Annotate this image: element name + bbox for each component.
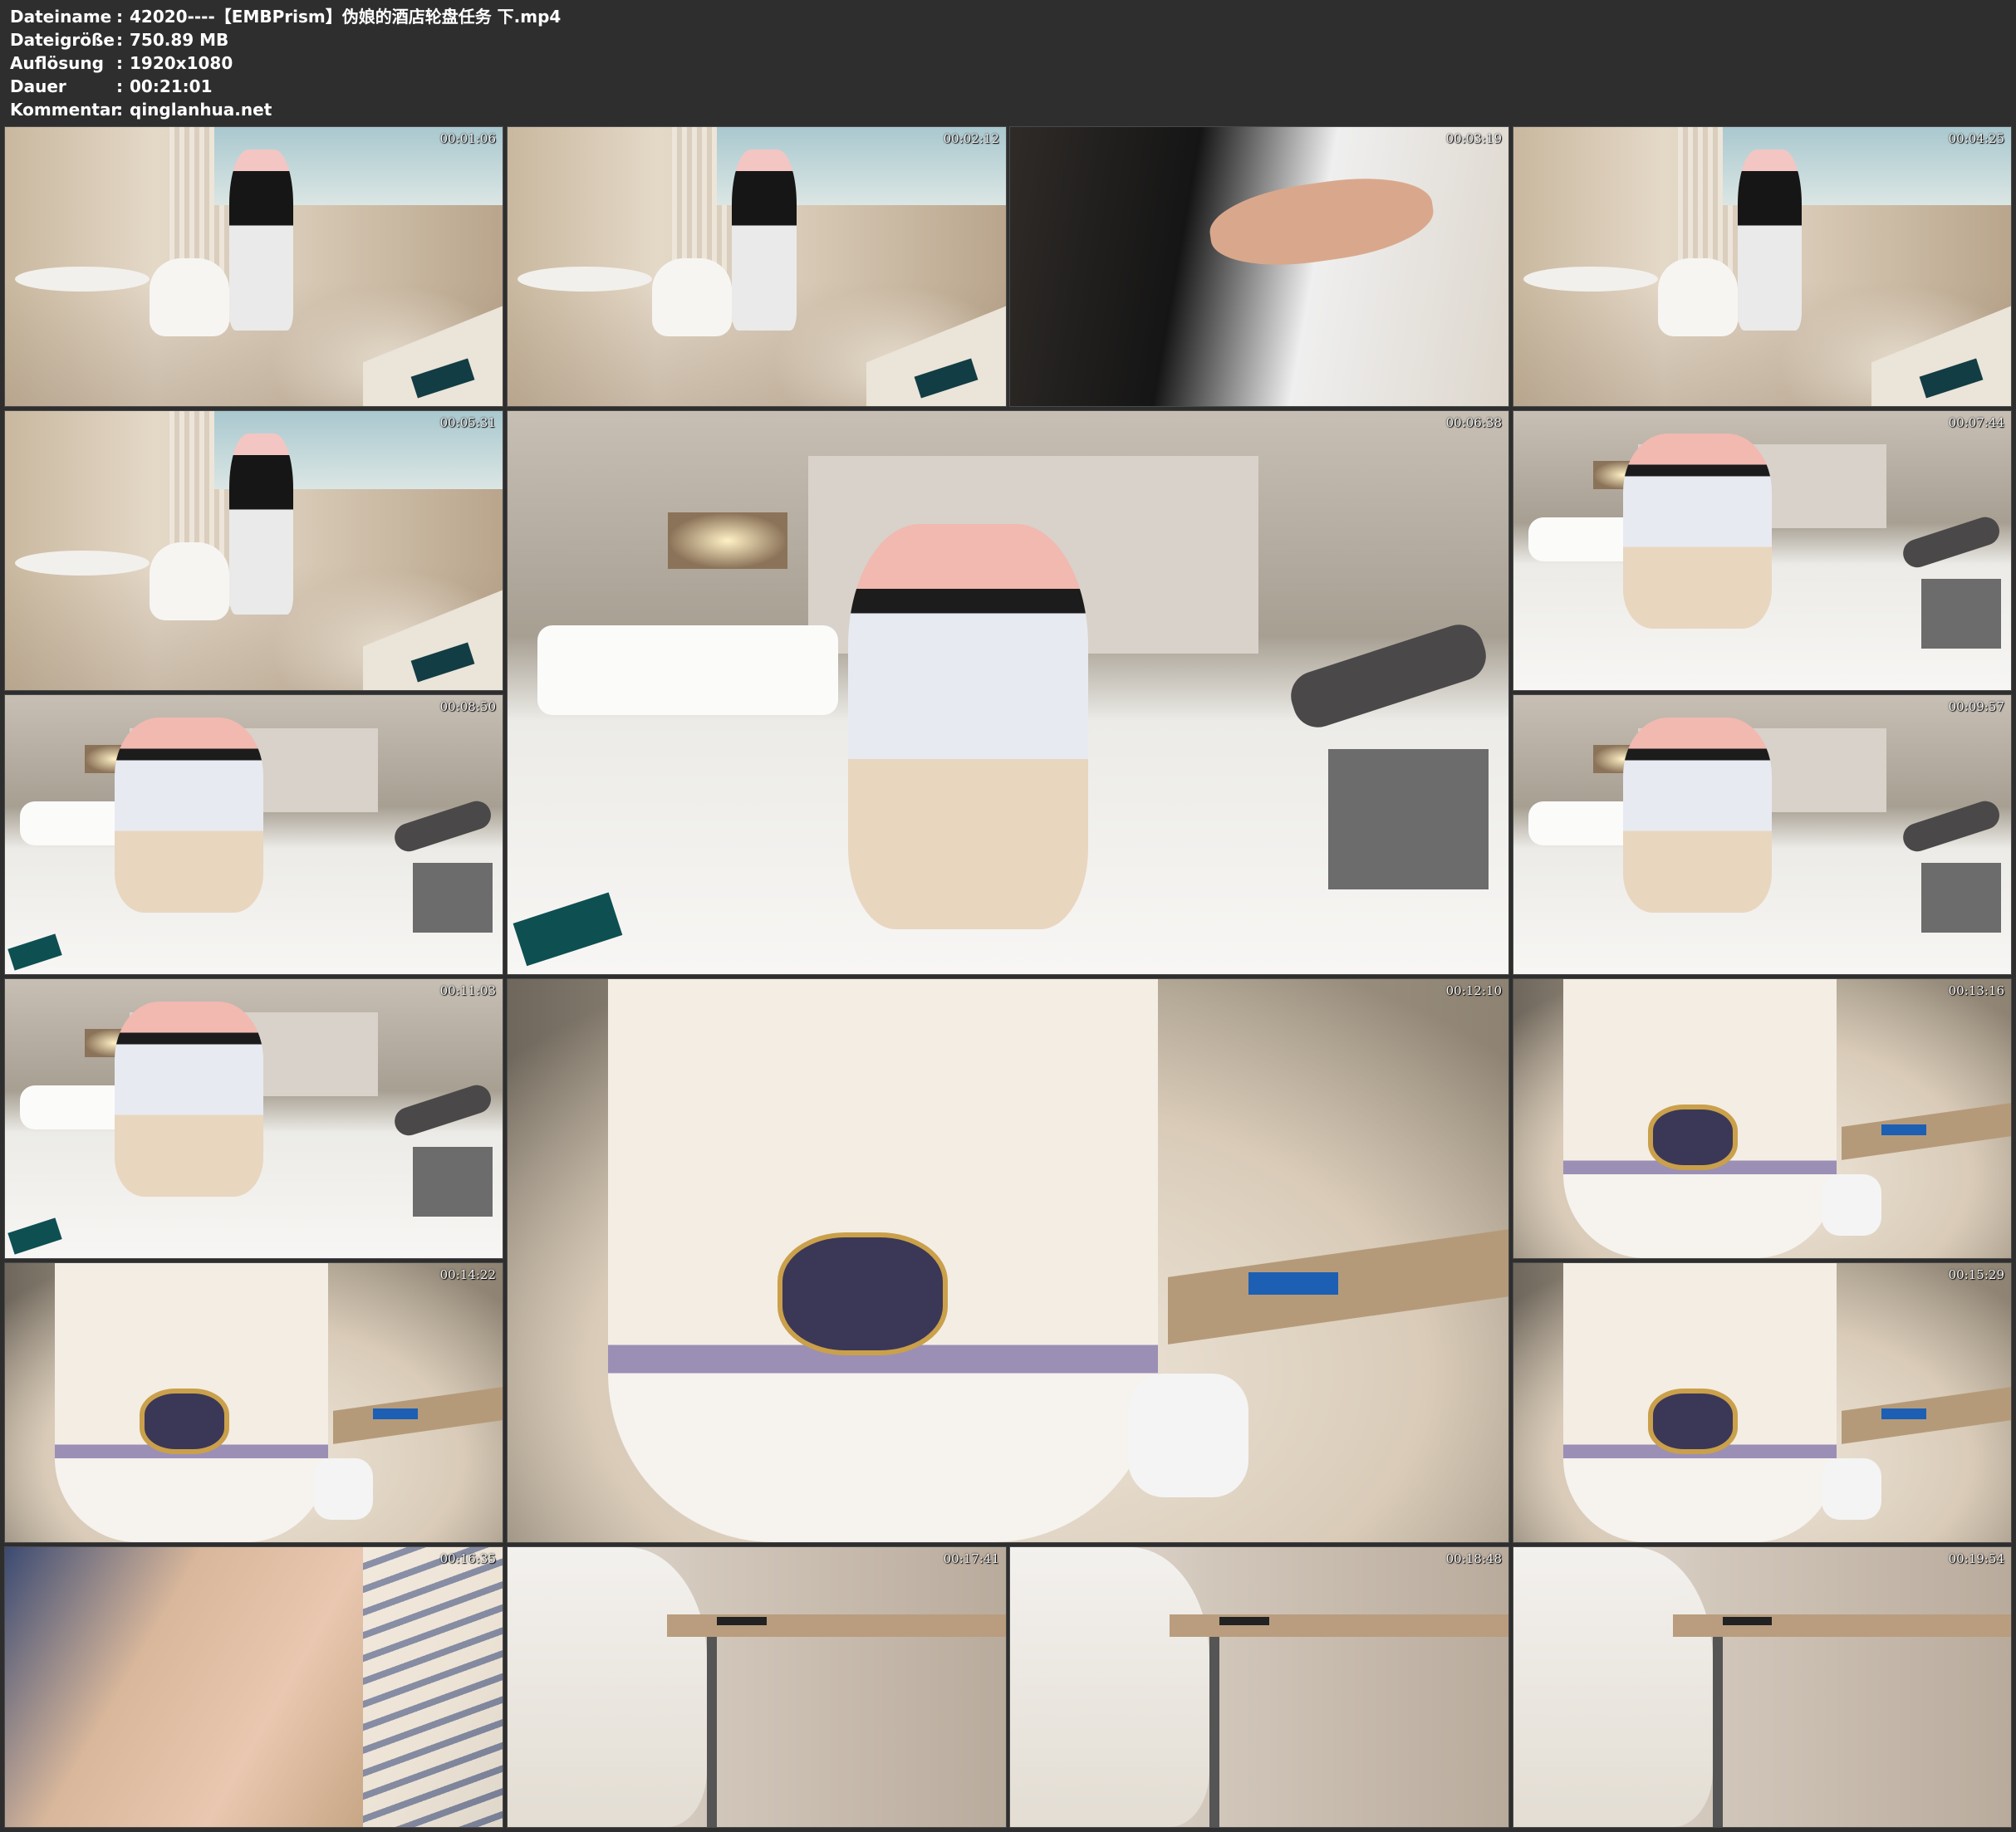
thumbnail-frame-image: [1513, 127, 2011, 406]
video-thumbnail[interactable]: 00:19:54: [1513, 1547, 2011, 1827]
thumbnail-timestamp: 00:12:10: [1445, 983, 1502, 998]
thumbnail-frame-image: [5, 411, 503, 690]
thumbnail-frame-image: [508, 127, 1006, 406]
thumbnail-timestamp: 00:08:50: [439, 699, 496, 714]
thumbnail-timestamp: 00:16:35: [439, 1551, 496, 1566]
thumbnail-frame-image: [508, 1547, 1006, 1827]
thumbnail-timestamp: 00:03:19: [1445, 131, 1502, 146]
thumbnail-timestamp: 00:04:25: [1948, 131, 2004, 146]
video-thumbnail[interactable]: 00:02:12: [508, 127, 1006, 406]
video-thumbnail[interactable]: 00:15:29: [1513, 1263, 2011, 1542]
video-thumbnail[interactable]: 00:09:57: [1513, 695, 2011, 974]
thumbnail-frame-image: [1010, 127, 1508, 406]
thumbnail-timestamp: 00:13:16: [1948, 983, 2004, 998]
thumbnail-frame-image: [508, 411, 1508, 974]
thumbnail-frame-image: [5, 1263, 503, 1542]
video-thumbnail[interactable]: 00:08:50: [5, 695, 503, 974]
thumbnail-timestamp: 00:06:38: [1445, 415, 1502, 430]
thumbnail-timestamp: 00:17:41: [943, 1551, 999, 1566]
thumbnail-grid: 00:01:06 00:02:12 00:03:19 00:04:25 00:0…: [0, 0, 2016, 1832]
video-thumbnail[interactable]: 00:16:35: [5, 1547, 503, 1827]
video-thumbnail[interactable]: 00:04:25: [1513, 127, 2011, 406]
video-thumbnail-large[interactable]: 00:12:10: [508, 979, 1508, 1542]
video-thumbnail[interactable]: 00:01:06: [5, 127, 503, 406]
video-thumbnail[interactable]: 00:14:22: [5, 1263, 503, 1542]
thumbnail-frame-image: [5, 1547, 503, 1827]
thumbnail-timestamp: 00:02:12: [943, 131, 999, 146]
thumbnail-frame-image: [5, 979, 503, 1258]
thumbnail-frame-image: [1010, 1547, 1508, 1827]
thumbnail-timestamp: 00:19:54: [1948, 1551, 2004, 1566]
video-thumbnail[interactable]: 00:07:44: [1513, 411, 2011, 690]
thumbnail-frame-image: [1513, 979, 2011, 1258]
thumbnail-timestamp: 00:09:57: [1948, 699, 2004, 714]
thumbnail-timestamp: 00:05:31: [439, 415, 496, 430]
thumbnail-frame-image: [5, 695, 503, 974]
thumbnail-frame-image: [1513, 1547, 2011, 1827]
video-thumbnail-large[interactable]: 00:06:38: [508, 411, 1508, 974]
thumbnail-timestamp: 00:15:29: [1948, 1267, 2004, 1282]
video-thumbnail[interactable]: 00:18:48: [1010, 1547, 1508, 1827]
video-thumbnail[interactable]: 00:03:19: [1010, 127, 1508, 406]
thumbnail-timestamp: 00:18:48: [1445, 1551, 1502, 1566]
video-thumbnail[interactable]: 00:17:41: [508, 1547, 1006, 1827]
video-thumbnail[interactable]: 00:13:16: [1513, 979, 2011, 1258]
thumbnail-timestamp: 00:14:22: [439, 1267, 496, 1282]
thumbnail-timestamp: 00:07:44: [1948, 415, 2004, 430]
thumbnail-frame-image: [508, 979, 1508, 1542]
thumbnail-frame-image: [1513, 1263, 2011, 1542]
thumbnail-timestamp: 00:11:03: [439, 983, 496, 998]
video-thumbnail[interactable]: 00:11:03: [5, 979, 503, 1258]
thumbnail-frame-image: [5, 127, 503, 406]
video-thumbnail[interactable]: 00:05:31: [5, 411, 503, 690]
thumbnail-timestamp: 00:01:06: [439, 131, 496, 146]
thumbnail-frame-image: [1513, 695, 2011, 974]
thumbnail-frame-image: [1513, 411, 2011, 690]
